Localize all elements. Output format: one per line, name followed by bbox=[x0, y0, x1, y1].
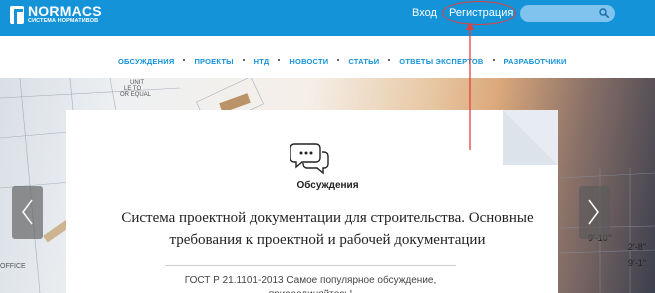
chevron-left-icon bbox=[22, 199, 33, 225]
chevron-right-icon bbox=[588, 199, 599, 225]
card-category[interactable]: Обсуждения bbox=[0, 180, 655, 191]
main-nav: ОБСУЖДЕНИЯ ПРОЕКТЫ НТД НОВОСТИ СТАТЬИ ОТ… bbox=[0, 36, 655, 78]
nav-separator bbox=[388, 59, 391, 61]
logo-name: NORMACS bbox=[28, 3, 102, 19]
nav-separator bbox=[492, 59, 495, 61]
search-box[interactable] bbox=[520, 5, 615, 24]
annotation-arrow bbox=[466, 22, 474, 150]
normacs-logo[interactable]: NORMACS СИСТЕМА НОРМАТИВОВ bbox=[10, 4, 102, 25]
card-description: ГОСТ Р 21.1101-2013 Самое популярное обс… bbox=[184, 275, 437, 293]
nav-item-discussions[interactable]: ОБСУЖДЕНИЯ bbox=[118, 57, 174, 66]
nav-list: ОБСУЖДЕНИЯ ПРОЕКТЫ НТД НОВОСТИ СТАТЬИ ОТ… bbox=[118, 51, 567, 69]
nav-separator bbox=[183, 59, 186, 61]
nav-item-news[interactable]: НОВОСТИ bbox=[289, 57, 328, 66]
nav-item-projects[interactable]: ПРОЕКТЫ bbox=[194, 57, 233, 66]
search-icon[interactable] bbox=[599, 8, 609, 18]
nav-item-developers[interactable]: РАЗРАБОТЧИКИ bbox=[504, 57, 567, 66]
logo-subtitle: СИСТЕМА НОРМАТИВОВ bbox=[28, 18, 99, 24]
register-highlight-oval bbox=[442, 1, 516, 25]
logo-mark-icon bbox=[10, 5, 24, 24]
nav-item-ntd[interactable]: НТД bbox=[254, 57, 270, 66]
card-divider bbox=[165, 265, 456, 266]
drawing-label: OFFICE bbox=[0, 263, 26, 270]
top-header: NORMACS СИСТЕМА НОРМАТИВОВ Вход Регистра… bbox=[0, 0, 655, 36]
card-folded-corner bbox=[503, 110, 558, 165]
login-link[interactable]: Вход bbox=[412, 7, 437, 19]
slider-next-button[interactable] bbox=[579, 186, 610, 239]
search-input[interactable] bbox=[520, 7, 598, 24]
nav-separator bbox=[337, 59, 340, 61]
drawing-label: OR EQUAL bbox=[120, 92, 152, 98]
card-title[interactable]: Система проектной документации для строи… bbox=[100, 207, 555, 251]
nav-separator bbox=[278, 59, 281, 61]
nav-separator bbox=[242, 59, 245, 61]
discussion-bubbles-icon bbox=[290, 143, 329, 175]
drawing-label: 9'-1" bbox=[628, 258, 646, 268]
slider-prev-button[interactable] bbox=[12, 186, 43, 239]
drawing-label: 2'-8" bbox=[628, 242, 646, 252]
nav-item-articles[interactable]: СТАТЬИ bbox=[348, 57, 379, 66]
